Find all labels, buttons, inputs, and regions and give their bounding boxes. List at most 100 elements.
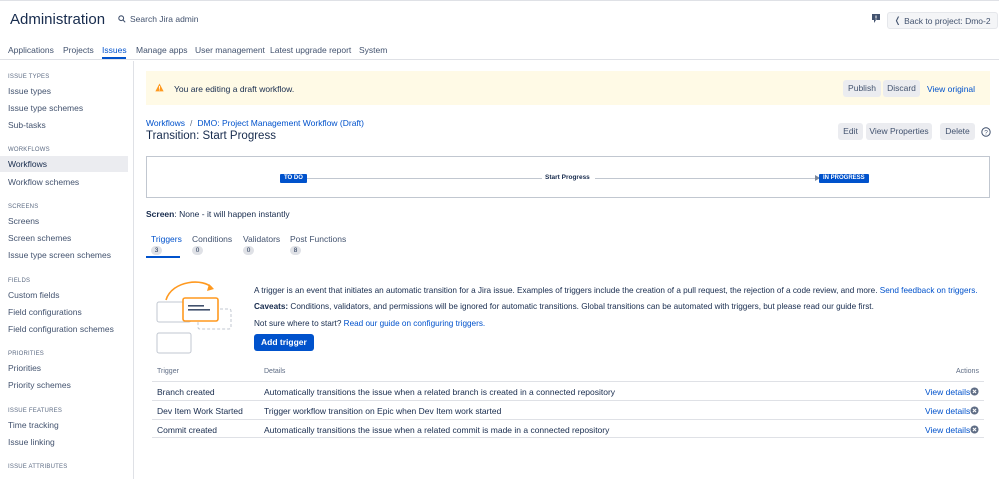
status-to-lozenge: IN PROGRESS	[819, 174, 869, 183]
tab-system[interactable]: System	[359, 45, 387, 55]
active-panel-tab-indicator	[146, 256, 180, 258]
remove-icon[interactable]	[970, 387, 979, 396]
view-details-link[interactable]: View details	[925, 387, 970, 397]
transition-diagram: TO DO Start Progress IN PROGRESS	[146, 156, 990, 198]
draft-warning-banner: You are editing a draft workflow. Publis…	[146, 71, 990, 105]
app-title: Administration	[10, 11, 106, 28]
sidebar-item-field-configurations[interactable]: Field configurations	[0, 304, 128, 320]
search-icon	[118, 15, 126, 23]
caveats-text: Conditions, validators, and permissions …	[290, 302, 874, 311]
sidebar-item-screen-schemes[interactable]: Screen schemes	[0, 230, 128, 246]
warning-icon	[155, 83, 164, 92]
tab-projects[interactable]: Projects	[63, 45, 94, 55]
help-icon[interactable]: ?	[981, 127, 991, 137]
back-arrow-icon: ❬	[894, 15, 902, 25]
post-functions-count-badge: 8	[290, 246, 301, 255]
sidebar-item-workflows[interactable]: Workflows	[0, 156, 128, 172]
sidebar-item-field-configuration-schemes[interactable]: Field configuration schemes	[0, 321, 128, 337]
transition-line-right	[595, 178, 817, 179]
sidebar-item-issue-linking[interactable]: Issue linking	[0, 434, 128, 450]
trigger-name: Commit created	[157, 425, 217, 435]
breadcrumb-workflow-draft[interactable]: DMO: Project Management Workflow (Draft)	[197, 118, 364, 128]
tab-conditions[interactable]: Conditions	[192, 234, 232, 244]
column-header-actions: Actions	[956, 368, 979, 375]
table-row: Branch created Automatically transitions…	[152, 381, 984, 400]
edit-button[interactable]: Edit	[838, 123, 863, 140]
tab-validators[interactable]: Validators	[243, 234, 280, 244]
triggers-intro: A trigger is an event that initiates an …	[254, 286, 978, 295]
banner-message: You are editing a draft workflow.	[174, 84, 295, 94]
view-details-link[interactable]: View details	[925, 406, 970, 416]
tab-user-management[interactable]: User management	[195, 45, 265, 55]
back-button-label: Back to project: Dmo-2	[904, 15, 991, 26]
triggers-count-badge: 3	[151, 246, 162, 255]
triggers-guide: Not sure where to start? Read our guide …	[254, 319, 485, 328]
screen-value: : None - it will happen instantly	[174, 209, 290, 219]
trigger-details: Automatically transitions the issue when…	[264, 387, 616, 397]
sidebar-item-priority-schemes[interactable]: Priority schemes	[0, 377, 128, 393]
send-feedback-link[interactable]: Send feedback on triggers.	[880, 286, 978, 295]
back-to-project-button[interactable]: ❬ Back to project: Dmo-2	[887, 12, 998, 29]
discard-button[interactable]: Discard	[883, 80, 920, 97]
tab-triggers[interactable]: Triggers	[151, 234, 182, 244]
sidebar-item-issue-type-schemes[interactable]: Issue type schemes	[0, 100, 128, 116]
triggers-intro-text: A trigger is an event that initiates an …	[254, 286, 878, 295]
sidebar-item-priorities[interactable]: Priorities	[0, 360, 128, 376]
trigger-details: Automatically transitions the issue when…	[264, 425, 610, 435]
breadcrumb: Workflows / DMO: Project Management Work…	[146, 118, 364, 128]
tab-post-functions[interactable]: Post Functions	[290, 234, 346, 244]
conditions-count-badge: 0	[192, 246, 203, 255]
breadcrumb-separator: /	[190, 118, 193, 128]
trigger-details: Trigger workflow transition on Epic when…	[264, 406, 502, 416]
tab-latest-upgrade-report[interactable]: Latest upgrade report	[270, 45, 351, 55]
sidebar-heading-issue-features: ISSUE FEATURES	[8, 408, 63, 414]
view-original-link[interactable]: View original	[927, 84, 975, 94]
sidebar-item-sub-tasks[interactable]: Sub-tasks	[0, 117, 128, 133]
trigger-name: Branch created	[157, 387, 215, 397]
sidebar-item-custom-fields[interactable]: Custom fields	[0, 287, 128, 303]
column-header-trigger: Trigger	[157, 368, 179, 375]
page-title: Transition: Start Progress	[146, 130, 276, 142]
screen-info: Screen: None - it will happen instantly	[146, 209, 290, 219]
remove-icon[interactable]	[970, 406, 979, 415]
triggers-illustration	[156, 281, 232, 354]
feedback-icon[interactable]	[871, 13, 881, 24]
svg-text:?: ?	[984, 129, 988, 136]
not-sure-text: Not sure where to start?	[254, 319, 342, 328]
add-trigger-button[interactable]: Add trigger	[254, 334, 314, 351]
sidebar: ISSUE TYPES Issue types Issue type schem…	[0, 61, 134, 479]
sidebar-heading-issue-attributes: ISSUE ATTRIBUTES	[8, 464, 68, 470]
view-details-link[interactable]: View details	[925, 425, 970, 435]
table-row: Commit created Automatically transitions…	[152, 419, 984, 438]
trigger-name: Dev Item Work Started	[157, 406, 243, 416]
tab-applications[interactable]: Applications	[8, 45, 54, 55]
search-placeholder: Search Jira admin	[130, 14, 199, 24]
publish-button[interactable]: Publish	[843, 80, 881, 97]
remove-icon[interactable]	[970, 425, 979, 434]
screen-label: Screen	[146, 209, 175, 219]
sidebar-item-issue-types[interactable]: Issue types	[0, 83, 128, 99]
top-bar: Administration Search Jira admin ❬ Back …	[0, 0, 999, 40]
transition-label: Start Progress	[545, 174, 590, 181]
sidebar-heading-priorities: PRIORITIES	[8, 351, 45, 357]
tab-issues[interactable]: Issues	[102, 45, 127, 55]
view-properties-button[interactable]: View Properties	[866, 123, 932, 140]
status-from-lozenge: TO DO	[280, 174, 307, 183]
sidebar-item-workflow-schemes[interactable]: Workflow schemes	[0, 174, 128, 190]
delete-button[interactable]: Delete	[940, 123, 975, 140]
column-header-details: Details	[264, 368, 286, 375]
validators-count-badge: 0	[243, 246, 254, 255]
sidebar-item-issue-type-screen-schemes[interactable]: Issue type screen schemes	[0, 247, 128, 263]
table-row: Dev Item Work Started Trigger workflow t…	[152, 400, 984, 419]
sidebar-heading-issue-types: ISSUE TYPES	[8, 74, 50, 80]
breadcrumb-workflows[interactable]: Workflows	[146, 118, 185, 128]
triggers-caveats: Caveats: Conditions, validators, and per…	[254, 302, 874, 311]
admin-nav-tabs: Applications Projects Issues Manage apps…	[0, 40, 999, 60]
sidebar-item-time-tracking[interactable]: Time tracking	[0, 417, 128, 433]
admin-search[interactable]: Search Jira admin	[118, 14, 199, 24]
sidebar-heading-screens: SCREENS	[8, 204, 39, 210]
active-tab-indicator	[102, 57, 126, 59]
tab-manage-apps[interactable]: Manage apps	[136, 45, 188, 55]
read-guide-link[interactable]: Read our guide on configuring triggers.	[344, 319, 486, 328]
sidebar-item-screens[interactable]: Screens	[0, 213, 128, 229]
